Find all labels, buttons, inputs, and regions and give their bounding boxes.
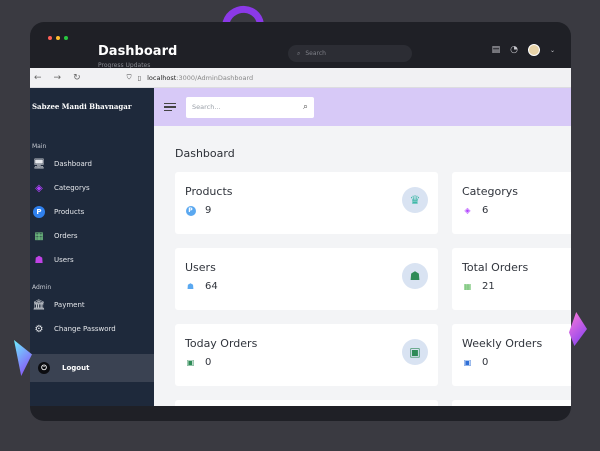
stat-card-partial [452, 400, 571, 406]
window-title: Dashboard [98, 44, 178, 59]
sidebar: Sabzee Mandi Bhavnagar Main 🖥 Dashboard … [30, 88, 154, 406]
search-icon[interactable]: ⌕ [303, 102, 308, 112]
stat-value: 21 [482, 281, 495, 292]
stat-label: Users [185, 261, 216, 274]
search-placeholder: Search... [192, 103, 221, 111]
close-dot[interactable] [48, 36, 52, 40]
sidebar-item-label: Orders [54, 232, 78, 240]
stat-value: 0 [205, 357, 212, 368]
bank-icon: 🏛 [32, 299, 46, 311]
window-controls [48, 36, 68, 40]
window-toolbar: ▤ ◔ ⌄ [492, 44, 555, 56]
sidebar-item-payment[interactable]: 🏛 Payment [30, 295, 154, 315]
section-admin-label: Admin [32, 284, 52, 291]
users-icon: ☗ [34, 254, 44, 266]
calendar-icon: ▣ [402, 339, 428, 365]
page-icon: ▯ [137, 73, 142, 82]
main-content: Dashboard Products P 9 ♛ Categorys ◈ 6 U… [154, 126, 571, 406]
stat-card-total-orders[interactable]: Total Orders ▦ 21 [452, 248, 571, 310]
sidebar-item-categorys[interactable]: ◈ Categorys [30, 178, 154, 198]
search-input[interactable]: Search... ⌕ [186, 96, 314, 118]
sidebar-item-change-password[interactable]: ⚙ Change Password [30, 319, 154, 339]
power-icon: ⏻ [38, 362, 50, 374]
crown-icon: ♛ [402, 187, 428, 213]
sidebar-item-label: Categorys [54, 184, 90, 192]
decorative-crystal-right [569, 312, 587, 346]
orders-icon: ▦ [463, 282, 472, 291]
url-host: localhost [147, 73, 177, 82]
logout-button[interactable]: ⏻ Logout [30, 354, 154, 382]
orders-icon: ▦ [34, 230, 44, 242]
bell-icon[interactable]: ◔ [510, 45, 518, 55]
window-search[interactable]: ⌕ Search [288, 45, 412, 62]
sidebar-item-label: Payment [54, 301, 85, 309]
gear-icon: ⚙ [34, 323, 44, 335]
minimize-dot[interactable] [56, 36, 60, 40]
stat-value: 64 [205, 281, 218, 292]
stat-label: Products [185, 185, 233, 198]
sidebar-item-orders[interactable]: ▦ Orders [30, 226, 154, 246]
menu-toggle-icon[interactable] [164, 102, 176, 112]
users-icon: ☗ [402, 263, 428, 289]
address-field[interactable]: ⛉ ▯ localhost:3000/AdminDashboard [127, 73, 254, 82]
sidebar-item-label: Users [54, 256, 74, 264]
top-bar: Search... ⌕ [154, 88, 571, 126]
stat-label: Categorys [462, 185, 518, 198]
stat-label: Total Orders [462, 261, 529, 274]
sidebar-item-dashboard[interactable]: 🖥 Dashboard [30, 154, 154, 174]
forward-icon[interactable]: → [54, 73, 62, 83]
search-icon: ⌕ [297, 49, 301, 57]
logout-label: Logout [62, 364, 90, 372]
stat-card-users[interactable]: Users ☗ 64 ☗ [175, 248, 438, 310]
stat-card-weekly-orders[interactable]: Weekly Orders ▣ 0 [452, 324, 571, 386]
section-main-label: Main [32, 143, 47, 150]
archive-icon[interactable]: ▤ [492, 45, 501, 55]
stat-card-categorys[interactable]: Categorys ◈ 6 [452, 172, 571, 234]
device-frame: Dashboard Progress Updates ⌕ Search ▤ ◔ … [30, 22, 571, 421]
reload-icon[interactable]: ↻ [73, 73, 81, 83]
page-title: Dashboard [175, 147, 235, 160]
url-bar: ← → ↻ ⛉ ▯ localhost:3000/AdminDashboard [30, 68, 571, 88]
chevron-down-icon[interactable]: ⌄ [550, 47, 555, 54]
stat-card-today-orders[interactable]: Today Orders ▣ 0 ▣ [175, 324, 438, 386]
window-search-placeholder: Search [305, 50, 326, 57]
avatar[interactable] [527, 44, 540, 56]
users-icon: ☗ [186, 282, 195, 291]
back-icon[interactable]: ← [34, 73, 42, 83]
sidebar-item-label: Products [54, 208, 85, 216]
product-p-icon: P [185, 205, 196, 216]
stat-label: Weekly Orders [462, 337, 543, 350]
monitor-icon: 🖥 [32, 158, 46, 170]
url-path: :3000/AdminDashboard [176, 73, 254, 82]
brand-title: Sabzee Mandi Bhavnagar [32, 102, 132, 111]
stat-card-products[interactable]: Products P 9 ♛ [175, 172, 438, 234]
cubes-icon: ◈ [464, 206, 471, 215]
stat-value: 9 [205, 205, 212, 216]
cubes-icon: ◈ [35, 182, 43, 194]
sidebar-item-products[interactable]: P Products [30, 202, 154, 222]
browser-window: ← → ↻ ⛉ ▯ localhost:3000/AdminDashboard … [30, 68, 571, 406]
stat-label: Today Orders [185, 337, 258, 350]
stat-value: 6 [482, 205, 489, 216]
calendar-icon: ▣ [186, 358, 195, 367]
stat-value: 0 [482, 357, 489, 368]
sidebar-item-label: Change Password [54, 325, 116, 333]
sidebar-item-users[interactable]: ☗ Users [30, 250, 154, 270]
maximize-dot[interactable] [64, 36, 68, 40]
sidebar-item-label: Dashboard [54, 160, 92, 168]
product-p-icon: P [32, 206, 46, 218]
stat-card-partial [175, 400, 438, 406]
calendar-icon: ▣ [463, 358, 472, 367]
shield-icon: ⛉ [126, 73, 132, 81]
